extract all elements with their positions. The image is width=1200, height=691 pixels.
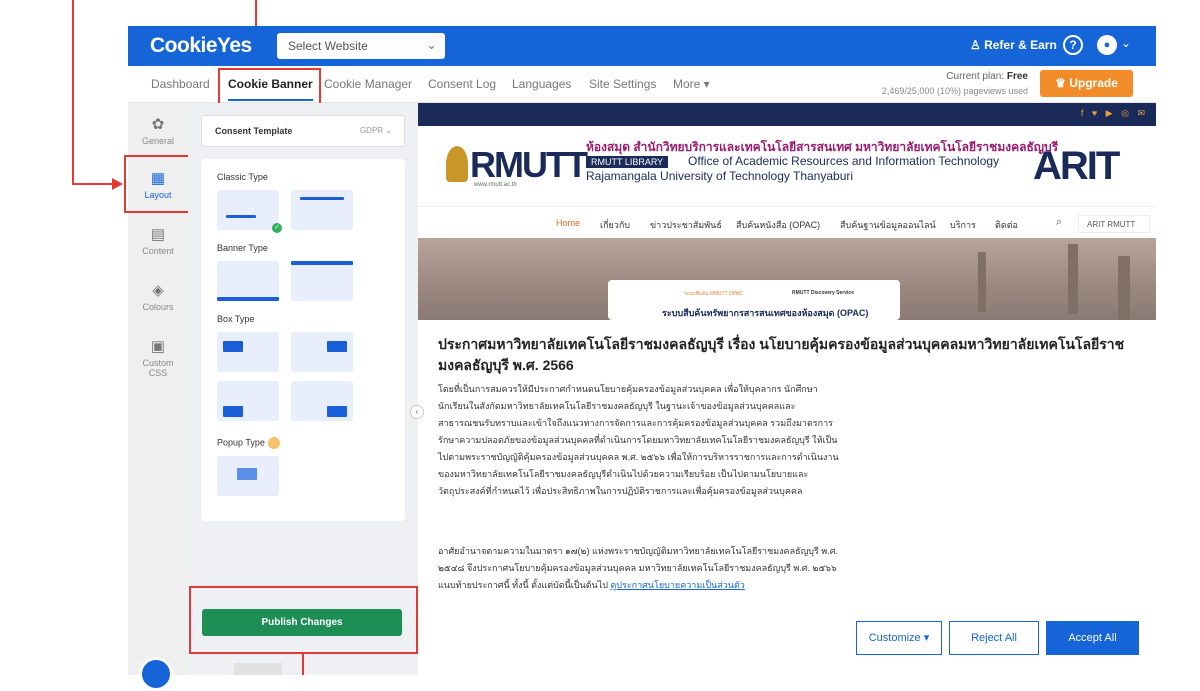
paint-bucket-icon: ◈ (152, 282, 164, 299)
accept-all-button[interactable]: Accept All (1046, 621, 1139, 655)
chevron-down-icon: ⌄ (426, 37, 437, 52)
gear-icon: ✿ (151, 116, 165, 133)
library-tag: RMUTT LIBRARY (586, 156, 669, 168)
tab-dashboard[interactable]: Dashboard (151, 77, 210, 91)
check-icon: ✓ (272, 223, 282, 233)
document-icon: ▤ (150, 226, 166, 243)
crown-icon: ♛ (1055, 76, 1070, 90)
sidebar-item-colours[interactable]: ◈ Colours (128, 281, 188, 312)
select-website-dropdown[interactable]: Select Website ⌄ (277, 33, 445, 59)
cookie-settings-fab-icon[interactable] (139, 657, 173, 691)
sidebar-item-label: Custom CSS (142, 358, 174, 378)
pageviews-usage: 2,469/25,000 (10%) pageviews used (881, 86, 1028, 96)
refer-earn-link[interactable]: ♙ Refer & Earn (970, 38, 1057, 52)
sidebar-item-custom-css[interactable]: ▣ Custom CSS (128, 337, 188, 378)
refer-label: Refer & Earn (984, 38, 1057, 52)
menu-item-about[interactable]: เกี่ยวกับ (600, 218, 630, 232)
popup-option[interactable] (217, 456, 279, 496)
box-type-label: Box Type (217, 314, 255, 324)
opac-pill[interactable]: ระบบสืบค้น RMUTT OPAC (684, 290, 743, 298)
privacy-policy-link[interactable]: ดูประกาศนโยบายความเป็นส่วนตัว (610, 580, 744, 590)
top-bar: CookieYes Select Website ⌄ ♙ Refer & Ear… (128, 26, 1156, 66)
tab-consent-log[interactable]: Consent Log (428, 77, 496, 91)
social-icons: f ♥ ▶ ◎ ✉ (1080, 108, 1148, 118)
box-top-right-option[interactable] (291, 381, 353, 421)
opac-search-card: ระบบสืบค้น RMUTT OPAC RMUTT Discovery Se… (608, 280, 900, 320)
menu-item-databases[interactable]: สืบค้นฐานข้อมูลออนไลน์ (840, 218, 936, 232)
banner-types-card: Classic Type ✓ Banner Type Box Type Popu… (201, 159, 405, 521)
banner-type-label: Banner Type (217, 243, 268, 253)
tab-more[interactable]: More ▾ (673, 77, 710, 91)
search-icon[interactable]: ⌕ (1056, 216, 1062, 229)
cookie-consent-banner: ประกาศมหาวิทยาลัยเทคโนโลยีราชมงคลธัญบุรี… (418, 320, 1156, 675)
sidebar-item-label: Colours (142, 302, 174, 312)
classic-type-label: Classic Type (217, 172, 268, 182)
annotation-line-left-horizontal (72, 183, 116, 185)
menu-item-contact[interactable]: ติดต่อ (995, 218, 1018, 232)
sidebar-item-label: General (141, 136, 175, 146)
menu-item-news[interactable]: ข่าวประชาสัมพันธ์ (650, 218, 722, 232)
university-name: Rajamangala University of Technology Tha… (586, 169, 854, 183)
plan-name: Free (1006, 71, 1028, 82)
annotation-line-left-vertical (72, 0, 74, 184)
sidebar-item-content[interactable]: ▤ Content (128, 225, 188, 256)
consent-body: โดยที่เป็นการสมควรให้มีประกาศกำหนดนโยบาย… (438, 384, 839, 496)
classic-bottom-option[interactable]: ✓ (217, 190, 282, 233)
upgrade-label: Upgrade (1069, 76, 1118, 90)
plan-label: Current plan: (946, 71, 1005, 82)
menu-item-opac[interactable]: สืบค้นหนังสือ (OPAC) (736, 218, 820, 232)
rmutt-url: www.rmutt.ac.th (474, 182, 517, 188)
tab-cookie-manager[interactable]: Cookie Manager (324, 77, 412, 91)
consent-body-2: อาศัยอำนาจตามความในมาตรา ๑๗(๒) แห่งพระรา… (438, 543, 840, 594)
annotation-line-bottom (302, 654, 304, 675)
chevron-left-icon[interactable]: ‹ (410, 405, 424, 419)
select-website-label: Select Website (288, 39, 368, 53)
banner-bottom-option[interactable] (217, 261, 279, 301)
annotation-arrowhead-left (112, 178, 123, 190)
hero-banner: ระบบสืบค้น RMUTT OPAC RMUTT Discovery Se… (418, 238, 1156, 320)
plan-info: Current plan: Free 2,469/25,000 (10%) pa… (856, 70, 1028, 99)
site-search-box[interactable]: ARIT RMUTT (1078, 215, 1150, 233)
sidebar-item-general[interactable]: ✿ General (128, 115, 188, 146)
user-avatar-icon[interactable]: ● (1097, 35, 1117, 55)
consent-title: ประกาศมหาวิทยาลัยเทคโนโลยีราชมงคลธัญบุรี… (438, 336, 1125, 373)
crown-icon (267, 437, 280, 449)
arit-logo: ARIT (1033, 144, 1120, 188)
box-bottom-left-option[interactable] (217, 332, 279, 372)
annotation-box-publish (189, 586, 418, 654)
website-preview: f ♥ ▶ ◎ ✉ RMUTT www.rmutt.ac.th ห้องสมุด… (418, 103, 1156, 675)
tab-languages[interactable]: Languages (512, 77, 571, 91)
cookieyes-logo[interactable]: CookieYes (150, 34, 252, 58)
chevron-down-icon[interactable]: ⌄ (1121, 36, 1131, 50)
classic-top-option[interactable] (291, 190, 353, 230)
horizontal-scrollbar[interactable] (234, 663, 282, 675)
upgrade-button[interactable]: ♛ Upgrade (1040, 70, 1133, 97)
office-name: Office of Academic Resources and Informa… (688, 154, 1000, 168)
opac-subtitle: ระบบสืบค้นทรัพยากรสารสนเทศของห้องสมุด (O… (662, 308, 869, 318)
box-bottom-right-option[interactable] (291, 332, 353, 372)
css-file-icon: ▣ (150, 338, 166, 355)
popup-type-label: Popup Type (217, 437, 280, 449)
discovery-service-label[interactable]: RMUTT Discovery Service (792, 290, 854, 296)
menu-item-services[interactable]: บริการ (950, 218, 976, 232)
customize-button[interactable]: Customize ▾ (856, 621, 942, 655)
banner-top-option[interactable] (291, 261, 353, 301)
gift-icon: ♙ (970, 38, 985, 52)
rmutt-logo: RMUTT (470, 144, 588, 185)
consent-template-select[interactable]: Consent Template GDPR ⌄ (201, 115, 405, 147)
university-seal-icon (446, 146, 468, 182)
reject-all-button[interactable]: Reject All (949, 621, 1039, 655)
site-top-strip: f ♥ ▶ ◎ ✉ (418, 103, 1156, 126)
consent-template-label: Consent Template (215, 126, 293, 136)
tab-site-settings[interactable]: Site Settings (589, 77, 656, 91)
annotation-box-layout (124, 155, 190, 213)
sidebar-item-label: Content (142, 246, 174, 256)
question-circle-icon[interactable]: ? (1063, 35, 1083, 55)
site-menu: Home เกี่ยวกับ ข่าวประชาสัมพันธ์ สืบค้นห… (418, 206, 1156, 238)
site-header: RMUTT www.rmutt.ac.th ห้องสมุด สำนักวิทย… (418, 126, 1156, 204)
consent-template-value: GDPR ⌄ (359, 126, 392, 135)
box-top-left-option[interactable] (217, 381, 279, 421)
menu-item-home[interactable]: Home (556, 218, 580, 228)
